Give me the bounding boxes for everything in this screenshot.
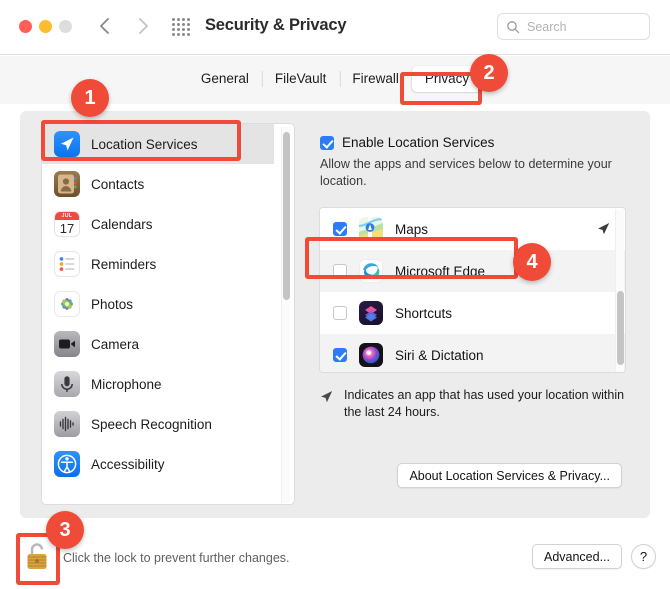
enable-location-services-row[interactable]: Enable Location Services xyxy=(320,135,494,150)
sidebar-item-label: Contacts xyxy=(91,176,145,192)
annotation-badge-2: 2 xyxy=(470,54,508,92)
grid-of-dots-icon[interactable] xyxy=(172,18,190,36)
enable-location-services-label: Enable Location Services xyxy=(342,135,495,150)
tab-general[interactable]: General xyxy=(188,66,262,92)
accessibility-icon xyxy=(54,451,80,477)
sidebar-item-label: Reminders xyxy=(91,256,157,272)
titlebar: Security & Privacy Search xyxy=(0,0,670,55)
app-row-maps[interactable]: Maps xyxy=(320,208,625,250)
recently-used-location-arrow-icon xyxy=(596,221,611,236)
help-button[interactable]: ? xyxy=(631,544,656,569)
sidebar-item-calendars[interactable]: JUL 17 Calendars xyxy=(42,204,274,244)
shortcuts-icon xyxy=(359,301,383,325)
search-icon xyxy=(506,20,520,34)
sidebar-item-camera[interactable]: Camera xyxy=(42,324,274,364)
app-name: Siri & Dictation xyxy=(395,347,484,363)
app-row-microsoft-edge[interactable]: Microsoft Edge xyxy=(320,250,625,292)
sidebar-item-label: Microphone xyxy=(91,376,162,392)
sidebar-item-location-services[interactable]: Location Services xyxy=(42,124,274,164)
sidebar-item-photos[interactable]: Photos xyxy=(42,284,274,324)
edge-icon xyxy=(359,259,383,283)
chevron-left-icon[interactable] xyxy=(92,13,118,39)
annotation-badge-3: 3 xyxy=(46,511,84,549)
enable-location-services-checkbox[interactable] xyxy=(320,135,334,150)
sidebar-item-microphone[interactable]: Microphone xyxy=(42,364,274,404)
photos-icon xyxy=(54,291,80,317)
calendar-icon: JUL 17 xyxy=(54,211,80,237)
app-row-shortcuts[interactable]: Shortcuts xyxy=(320,292,625,334)
app-list-scrollbar-thumb[interactable] xyxy=(617,291,624,365)
privacy-panel: Location Services Contacts JUL 17 Calend… xyxy=(20,111,650,518)
search-input[interactable]: Search xyxy=(497,13,650,40)
annotation-badge-4: 4 xyxy=(513,243,551,281)
sidebar-item-label: Speech Recognition xyxy=(91,416,212,432)
sidebar-item-label: Location Services xyxy=(91,136,198,152)
location-arrow-icon xyxy=(319,389,334,404)
calendar-day: 17 xyxy=(59,220,75,236)
pane-description: Allow the apps and services below to det… xyxy=(320,157,612,188)
lock-icon[interactable] xyxy=(22,540,52,574)
app-row-siri-dictation[interactable]: Siri & Dictation xyxy=(320,334,625,372)
sidebar-item-speech-recognition[interactable]: Speech Recognition xyxy=(42,404,274,444)
sidebar-item-label: Photos xyxy=(91,296,134,312)
contacts-icon xyxy=(54,171,80,197)
camera-icon xyxy=(54,331,80,357)
close-button[interactable] xyxy=(19,20,32,33)
microphone-icon xyxy=(54,371,80,397)
app-name: Shortcuts xyxy=(395,305,453,321)
about-location-services-button[interactable]: About Location Services & Privacy... xyxy=(397,463,622,488)
location-services-pane: Enable Location Services Allow the apps … xyxy=(306,123,636,505)
maximize-button[interactable] xyxy=(59,20,72,33)
app-name: Microsoft Edge xyxy=(395,263,486,279)
app-checkbox-shortcuts[interactable] xyxy=(333,306,347,320)
sidebar-item-accessibility[interactable]: Accessibility xyxy=(42,444,274,484)
system-preferences-window: Security & Privacy Search General FileVa… xyxy=(0,0,670,589)
app-permission-list[interactable]: Maps Microsoft Edge Shortcuts Siri & Dic… xyxy=(319,207,626,373)
app-checkbox-maps[interactable] xyxy=(333,222,347,236)
tab-firewall[interactable]: Firewall xyxy=(339,66,412,92)
waveform-icon xyxy=(54,411,80,437)
app-list-scrollbar[interactable] xyxy=(615,209,624,372)
maps-icon xyxy=(359,217,383,241)
lock-hint-text: Click the lock to prevent further change… xyxy=(63,551,290,565)
app-name: Maps xyxy=(395,221,429,237)
location-arrow-icon xyxy=(54,131,80,157)
sidebar-scrollbar-thumb[interactable] xyxy=(283,132,290,300)
annotation-badge-1: 1 xyxy=(71,79,109,117)
location-usage-note: Indicates an app that has used your loca… xyxy=(319,387,631,421)
minimize-button[interactable] xyxy=(39,20,52,33)
advanced-button[interactable]: Advanced... xyxy=(531,544,622,569)
app-checkbox-microsoft-edge[interactable] xyxy=(333,264,347,278)
siri-icon xyxy=(359,343,383,367)
privacy-category-sidebar[interactable]: Location Services Contacts JUL 17 Calend… xyxy=(41,123,295,505)
tab-filevault[interactable]: FileVault xyxy=(261,66,340,92)
sidebar-scrollbar[interactable] xyxy=(281,127,290,503)
sidebar-item-label: Accessibility xyxy=(91,456,165,472)
sidebar-item-contacts[interactable]: Contacts xyxy=(42,164,274,204)
chevron-right-icon[interactable] xyxy=(130,13,156,39)
sidebar-item-reminders[interactable]: Reminders xyxy=(42,244,274,284)
sidebar-item-label: Camera xyxy=(91,336,140,352)
reminders-icon xyxy=(54,251,80,277)
app-checkbox-siri-dictation[interactable] xyxy=(333,348,347,362)
page-title: Security & Privacy xyxy=(205,16,347,34)
sidebar-item-label: Calendars xyxy=(91,216,153,232)
search-placeholder: Search xyxy=(527,20,567,34)
note-text: Indicates an app that has used your loca… xyxy=(344,388,625,419)
